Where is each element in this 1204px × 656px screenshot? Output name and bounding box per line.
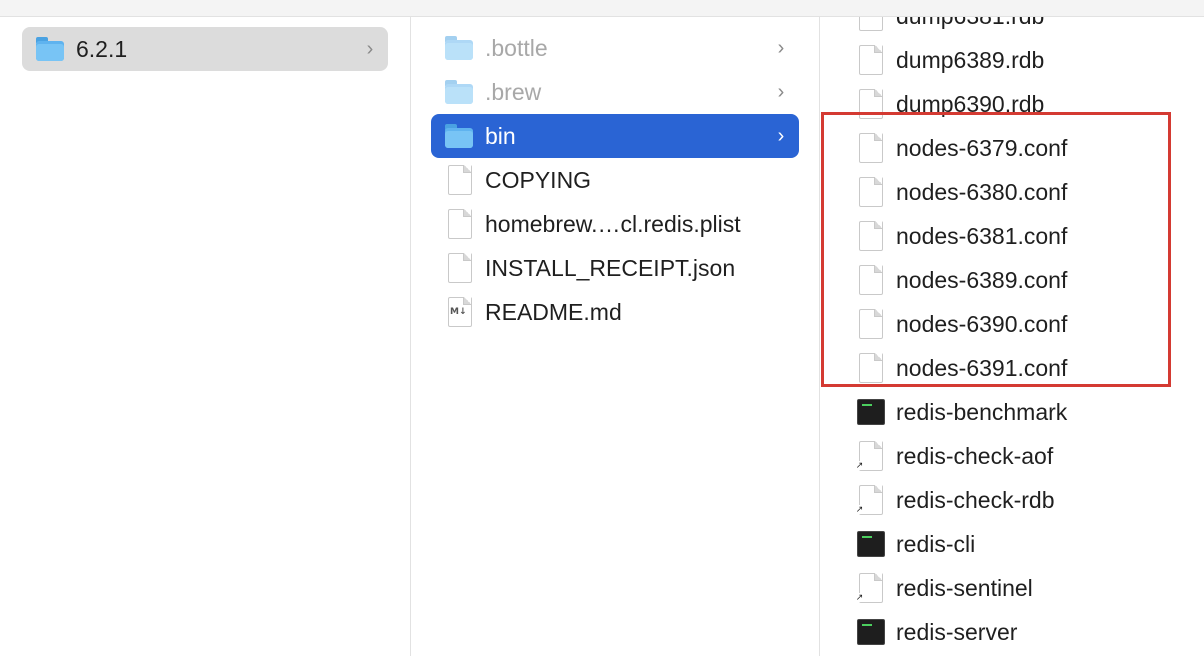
item-label: nodes-6389.conf <box>896 266 1068 293</box>
folder-icon <box>443 76 475 108</box>
document-icon <box>443 164 475 196</box>
item-label: dump6390.rdb <box>896 90 1045 117</box>
item-label: redis-server <box>896 618 1018 645</box>
list-item-plist[interactable]: homebrew.…cl.redis.plist <box>431 202 799 246</box>
terminal-executable-icon <box>854 616 886 648</box>
item-label: redis-sentinel <box>896 574 1033 601</box>
top-toolbar-edge <box>0 0 1204 17</box>
list-item-copying[interactable]: COPYING <box>431 158 799 202</box>
item-label: .brew <box>485 78 542 105</box>
item-label: redis-benchmark <box>896 398 1068 425</box>
terminal-executable-icon <box>854 396 886 428</box>
document-icon <box>854 308 886 340</box>
list-item-brew[interactable]: .brew › <box>431 70 799 114</box>
markdown-icon: M↓ <box>443 296 475 328</box>
document-icon <box>854 44 886 76</box>
item-label: 6.2.1 <box>76 35 128 62</box>
chevron-right-icon: › <box>777 124 785 147</box>
alias-document-icon: ↗ <box>854 440 886 472</box>
chevron-right-icon: › <box>777 36 785 59</box>
list-item-redis-check-rdb[interactable]: ↗ redis-check-rdb <box>850 478 1190 522</box>
list-item-install-receipt[interactable]: INSTALL_RECEIPT.json <box>431 246 799 290</box>
item-label: nodes-6379.conf <box>896 134 1068 161</box>
document-icon <box>854 176 886 208</box>
list-item-nodes-6389[interactable]: nodes-6389.conf <box>850 258 1190 302</box>
document-icon <box>443 252 475 284</box>
item-label: .bottle <box>485 34 548 61</box>
list-item-nodes-6391[interactable]: nodes-6391.conf <box>850 346 1190 390</box>
alias-document-icon: ↗ <box>854 484 886 516</box>
terminal-executable-icon <box>854 528 886 560</box>
chevron-right-icon: › <box>777 80 785 103</box>
document-icon <box>443 208 475 240</box>
list-item-nodes-6381[interactable]: nodes-6381.conf <box>850 214 1190 258</box>
item-label: INSTALL_RECEIPT.json <box>485 254 736 281</box>
list-item-dump6390[interactable]: dump6390.rdb <box>850 82 1190 126</box>
list-item-bin[interactable]: bin › <box>431 114 799 158</box>
item-label: nodes-6380.conf <box>896 178 1068 205</box>
item-label: README.md <box>485 298 622 325</box>
list-item-redis-check-aof[interactable]: ↗ redis-check-aof <box>850 434 1190 478</box>
list-item-nodes-6390[interactable]: nodes-6390.conf <box>850 302 1190 346</box>
list-item-nodes-6380[interactable]: nodes-6380.conf <box>850 170 1190 214</box>
list-item-readme[interactable]: M↓ README.md <box>431 290 799 334</box>
list-item-6.2.1[interactable]: 6.2.1 › <box>22 27 388 71</box>
item-label: COPYING <box>485 166 592 193</box>
document-icon <box>854 88 886 120</box>
item-label: redis-check-aof <box>896 442 1054 469</box>
item-label: redis-cli <box>896 530 976 557</box>
finder-column-1[interactable]: 6.2.1 › <box>0 17 411 656</box>
item-label: nodes-6381.conf <box>896 222 1068 249</box>
finder-column-2[interactable]: .bottle › .brew › bin › COPYING homebrew… <box>411 17 820 656</box>
item-label: homebrew.…cl.redis.plist <box>485 210 741 237</box>
list-item-nodes-6379[interactable]: nodes-6379.conf <box>850 126 1190 170</box>
item-label: redis-check-rdb <box>896 486 1055 513</box>
item-label: bin <box>485 122 516 149</box>
document-icon <box>854 220 886 252</box>
list-item-redis-cli[interactable]: redis-cli <box>850 522 1190 566</box>
folder-icon <box>443 32 475 64</box>
document-icon <box>854 132 886 164</box>
list-item-bottle[interactable]: .bottle › <box>431 26 799 70</box>
item-label: nodes-6390.conf <box>896 310 1068 337</box>
chevron-right-icon: › <box>366 37 374 60</box>
finder-column-3[interactable]: dump6381.rdb dump6389.rdb dump6390.rdb n… <box>820 17 1204 656</box>
item-label: dump6381.rdb <box>896 17 1190 30</box>
document-icon <box>854 17 886 32</box>
document-icon <box>854 264 886 296</box>
list-item-redis-sentinel[interactable]: ↗ redis-sentinel <box>850 566 1190 610</box>
folder-icon <box>443 120 475 152</box>
list-item-dump6381[interactable]: dump6381.rdb <box>850 17 1190 38</box>
item-label: nodes-6391.conf <box>896 354 1068 381</box>
list-item-dump6389[interactable]: dump6389.rdb <box>850 38 1190 82</box>
list-item-redis-server[interactable]: redis-server <box>850 610 1190 654</box>
item-label: dump6389.rdb <box>896 46 1045 73</box>
document-icon <box>854 352 886 384</box>
alias-document-icon: ↗ <box>854 572 886 604</box>
list-item-redis-benchmark[interactable]: redis-benchmark <box>850 390 1190 434</box>
folder-icon <box>34 33 66 65</box>
